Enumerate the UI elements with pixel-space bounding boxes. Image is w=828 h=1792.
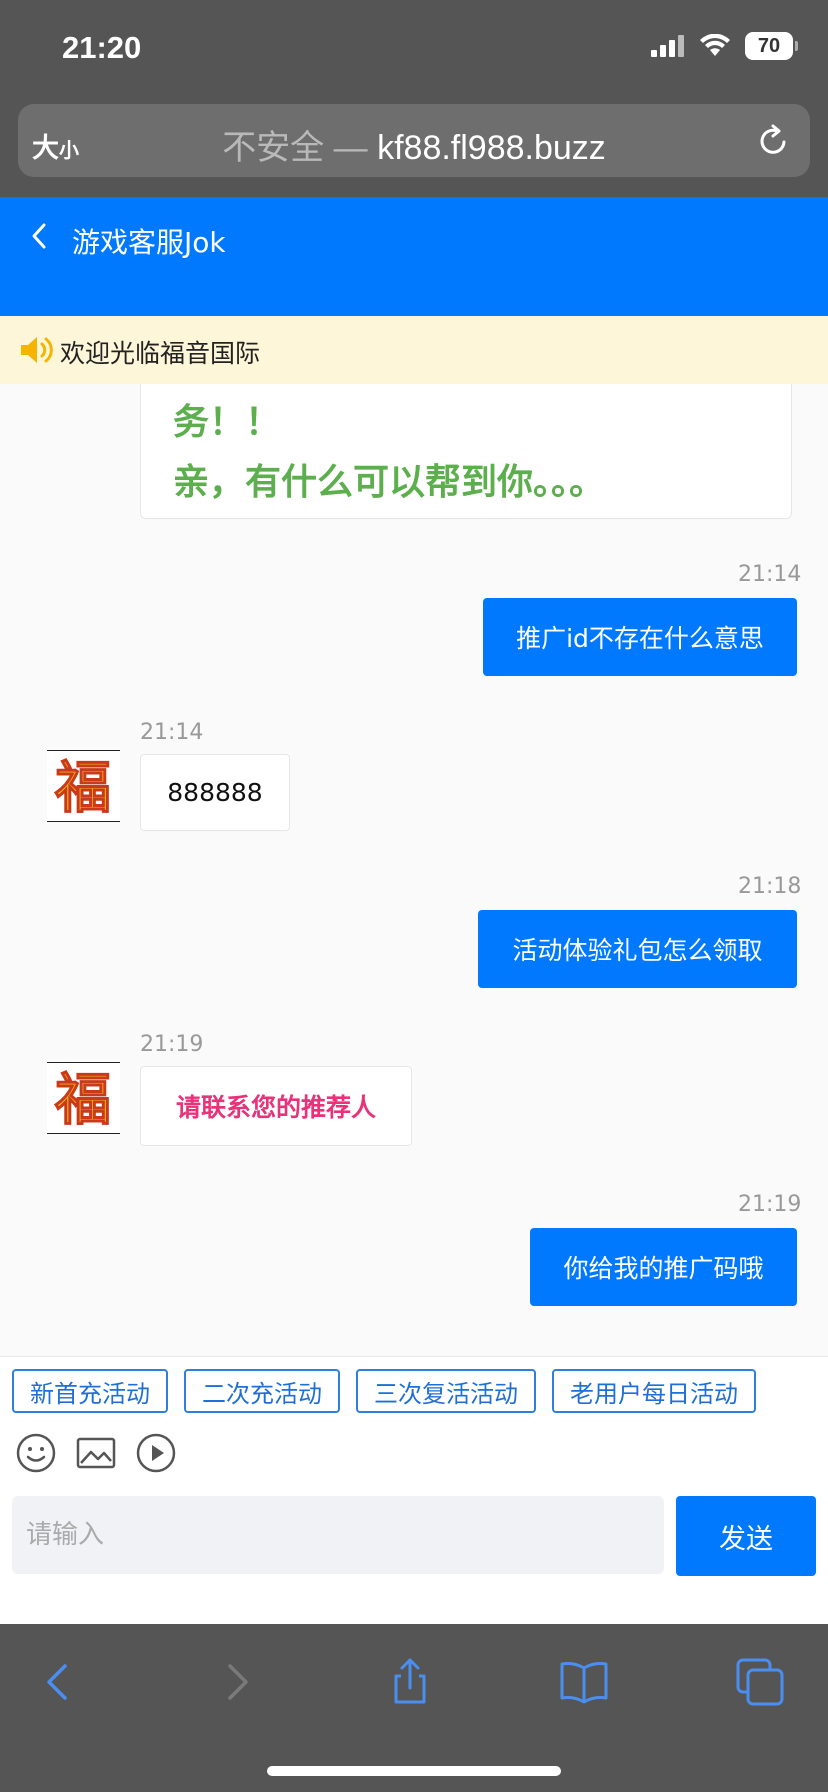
speaker-icon [21,337,53,363]
tabs-icon[interactable] [734,1656,786,1708]
chat-area[interactable]: 务！！ 亲，有什么可以帮到你。。。 21:14 推广id不存在什么意思 21:1… [0,384,828,1356]
signal-icon [651,35,684,57]
message-time: 21:18 [738,874,802,899]
reload-icon[interactable] [754,122,792,160]
message-input[interactable] [12,1496,664,1574]
quick-reply-second-deposit[interactable]: 二次充活动 [184,1369,340,1413]
user-message: 活动体验礼包怎么领取 [478,910,797,988]
welcome-line: 务！！ [173,402,282,443]
battery-level: 70 [745,32,793,60]
status-time: 21:20 [62,30,142,65]
emoji-icon[interactable] [15,1432,57,1474]
back-icon[interactable] [26,221,54,251]
browser-forward-icon[interactable] [210,1656,262,1708]
home-indicator [267,1766,561,1776]
browser-chrome: 21:20 70 大小 不安全 — kf88.fl988.buzz [0,0,828,197]
quick-reply-third-revive[interactable]: 三次复活活动 [356,1369,536,1413]
agent-avatar: 福 [47,750,120,822]
agent-avatar: 福 [47,1062,120,1134]
user-message: 推广id不存在什么意思 [483,598,797,676]
message-time: 21:14 [140,720,204,745]
battery-icon: 70 [745,32,798,60]
quick-reply-bar: 新首充活动 二次充活动 三次复活活动 老用户每日活动 [0,1356,828,1416]
fu-character-icon: 福 [53,1066,111,1133]
url-text[interactable]: 不安全 — kf88.fl988.buzz [18,120,810,169]
welcome-line: 亲，有什么可以帮到你。。。 [173,462,606,503]
agent-message: 请联系您的推荐人 [140,1066,412,1146]
browser-toolbar [0,1624,828,1792]
app-header: 游戏客服Jok [0,197,828,316]
message-time: 21:14 [738,562,802,587]
notice-bar: 欢迎光临福音国际 [0,316,828,384]
quick-reply-new-deposit[interactable]: 新首充活动 [12,1369,168,1413]
browser-back-icon[interactable] [33,1656,85,1708]
svg-text:福: 福 [54,1067,111,1133]
notice-text: 欢迎光临福音国际 [60,339,261,368]
quick-reply-daily[interactable]: 老用户每日活动 [552,1369,756,1413]
share-icon[interactable] [384,1656,436,1708]
input-bar: 发送 [0,1496,828,1624]
wifi-icon [700,34,730,56]
url-domain: kf88.fl988.buzz [377,129,606,167]
insecure-label: 不安全 — [222,129,378,167]
tools-bar [0,1416,828,1496]
message-time: 21:19 [140,1032,204,1057]
fu-character-icon: 福 [53,754,111,821]
status-icons: 70 [651,32,798,60]
welcome-message: 务！！ 亲，有什么可以帮到你。。。 [140,384,792,519]
send-button[interactable]: 发送 [676,1496,816,1576]
image-icon[interactable] [75,1432,117,1474]
user-message: 你给我的推广码哦 [530,1228,797,1306]
url-bar[interactable]: 大小 不安全 — kf88.fl988.buzz [18,104,810,177]
page-title: 游戏客服Jok [72,226,226,259]
message-time: 21:19 [738,1192,802,1217]
video-icon[interactable] [135,1432,177,1474]
agent-message: 888888 [140,754,290,831]
bookmarks-icon[interactable] [558,1656,610,1708]
svg-text:福: 福 [54,755,111,821]
